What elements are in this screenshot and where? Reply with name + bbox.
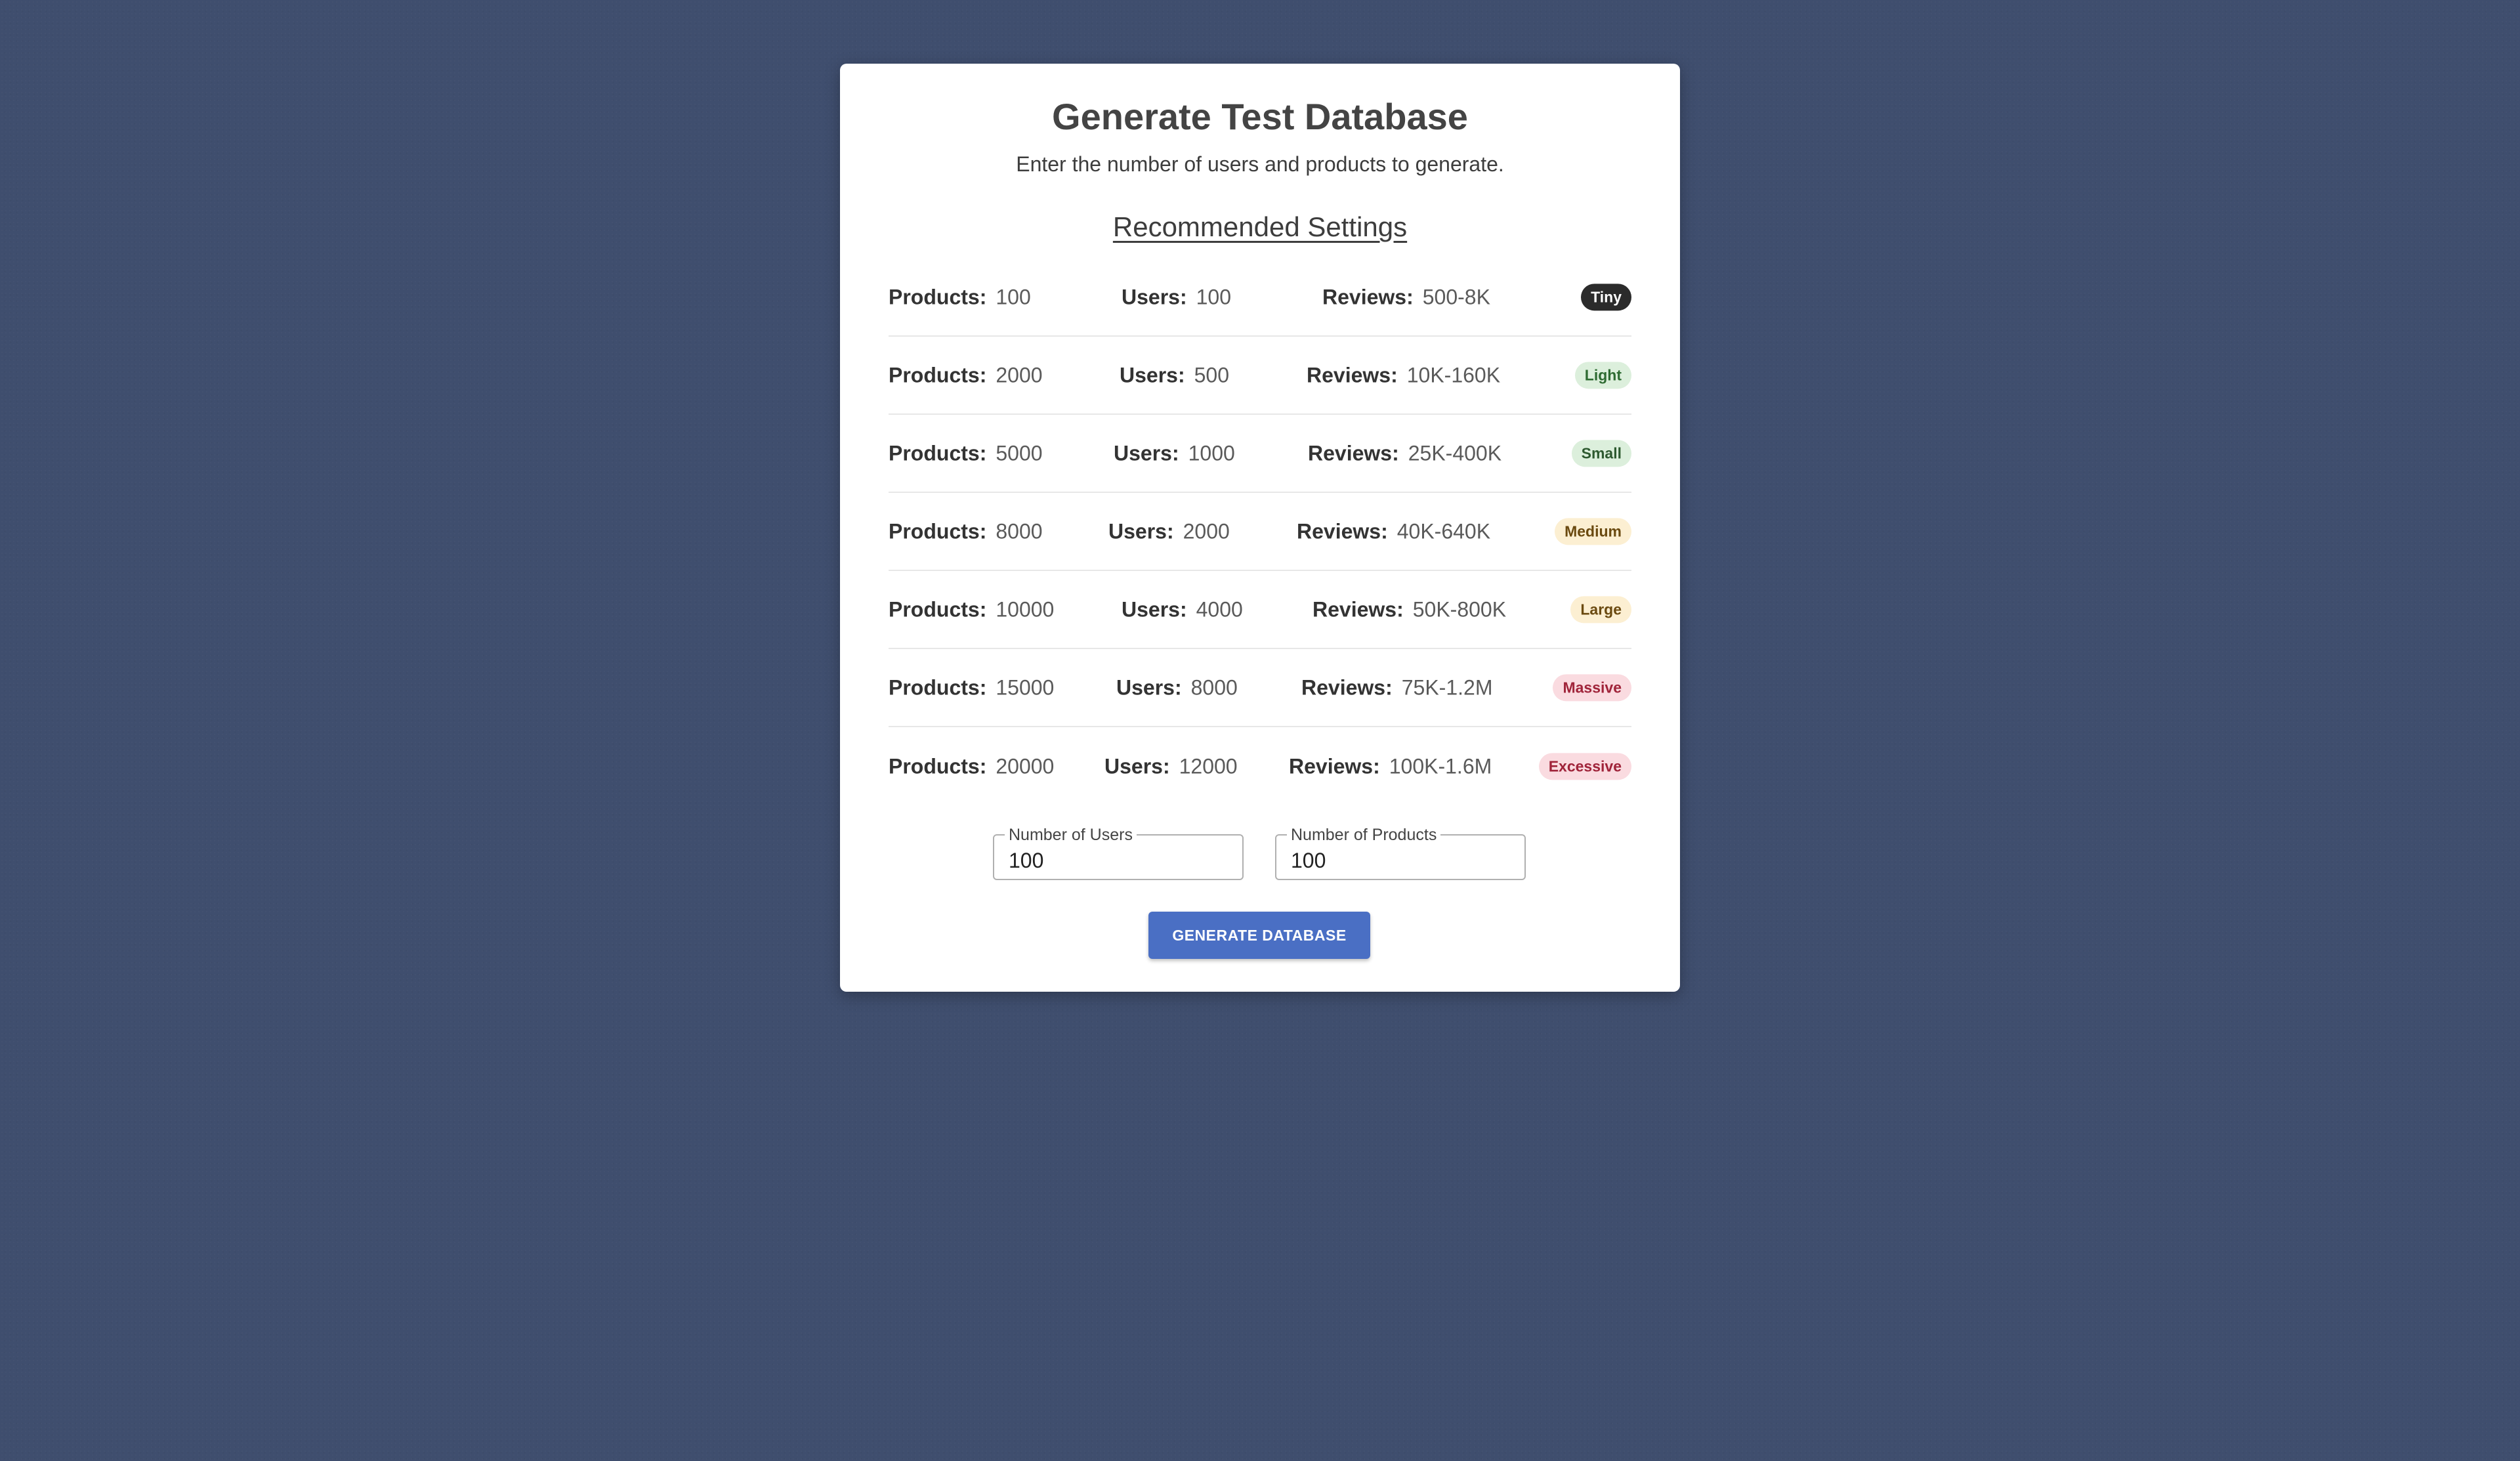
- size-badge: Small: [1571, 439, 1631, 467]
- size-badge: Medium: [1555, 517, 1631, 545]
- products-value: 8000: [996, 519, 1043, 543]
- size-badge: Massive: [1553, 673, 1631, 702]
- reviews-field: Reviews: 50K-800K: [1312, 597, 1506, 622]
- users-value: 4000: [1196, 597, 1243, 621]
- users-label: Users:: [1108, 519, 1174, 543]
- setting-row: Products: 2000 Users: 500 Reviews: 10K-160K Li…: [889, 337, 1631, 415]
- users-field: Users: 100: [1122, 285, 1231, 309]
- products-field-label: Number of Products: [1287, 826, 1441, 843]
- size-badge: Large: [1570, 595, 1631, 624]
- users-value: 8000: [1190, 675, 1238, 699]
- reviews-value: 100K-1.6M: [1389, 754, 1492, 778]
- reviews-value: 75K-1.2M: [1401, 675, 1493, 699]
- size-badge: Light: [1574, 361, 1631, 389]
- users-field: Users: 1000: [1114, 441, 1235, 465]
- reviews-value: 50K-800K: [1412, 597, 1507, 621]
- users-value: 500: [1194, 363, 1229, 387]
- reviews-field: Reviews: 10K-160K: [1307, 363, 1500, 387]
- setting-row: Products: 15000 Users: 8000 Reviews: 75K-1.2M…: [889, 649, 1631, 727]
- products-value: 100: [996, 285, 1031, 308]
- products-label: Products:: [889, 754, 987, 778]
- users-value: 100: [1196, 285, 1231, 308]
- users-field[interactable]: Number of Users: [993, 826, 1244, 880]
- users-input[interactable]: [1009, 849, 1225, 873]
- products-field: Products: 100: [889, 285, 1031, 309]
- products-field: Products: 2000: [889, 363, 1043, 387]
- products-label: Products:: [889, 597, 987, 621]
- users-value: 2000: [1183, 519, 1230, 543]
- page-title: Generate Test Database: [1052, 96, 1468, 137]
- setting-row: Products: 8000 Users: 2000 Reviews: 40K-640K M…: [889, 493, 1631, 571]
- generate-database-button[interactable]: GENERATE DATABASE: [1148, 912, 1370, 959]
- products-field: Products: 10000: [889, 597, 1054, 622]
- products-field[interactable]: Number of Products: [1275, 826, 1526, 880]
- products-label: Products:: [889, 519, 987, 543]
- generate-database-card: Generate Test Database Enter the number …: [840, 64, 1680, 992]
- users-field: Users: 2000: [1108, 519, 1230, 543]
- setting-row: Products: 20000 Users: 12000 Reviews: 100K-1.…: [889, 727, 1631, 805]
- setting-row: Products: 100 Users: 100 Reviews: 500-8K Tiny: [889, 259, 1631, 337]
- reviews-label: Reviews:: [1308, 441, 1399, 465]
- users-field: Users: 8000: [1116, 675, 1238, 700]
- products-input[interactable]: [1291, 849, 1507, 873]
- products-value: 2000: [996, 363, 1043, 387]
- reviews-value: 10K-160K: [1406, 363, 1501, 387]
- users-label: Users:: [1120, 363, 1185, 387]
- products-label: Products:: [889, 285, 987, 308]
- users-field: Users: 500: [1120, 363, 1229, 387]
- reviews-value: 40K-640K: [1396, 519, 1491, 543]
- reviews-label: Reviews:: [1307, 363, 1398, 387]
- products-field: Products: 5000: [889, 441, 1043, 465]
- setting-row: Products: 5000 Users: 1000 Reviews: 25K-400K S…: [889, 415, 1631, 493]
- reviews-field: Reviews: 500-8K: [1322, 285, 1490, 309]
- products-value: 5000: [996, 441, 1043, 465]
- users-field: Users: 12000: [1104, 754, 1238, 778]
- recommended-settings-heading: Recommended Settings: [1112, 211, 1408, 242]
- reviews-field: Reviews: 75K-1.2M: [1301, 675, 1492, 700]
- products-value: 10000: [996, 597, 1055, 621]
- products-value: 15000: [996, 675, 1055, 699]
- products-value: 20000: [996, 754, 1055, 778]
- reviews-label: Reviews:: [1301, 675, 1393, 699]
- products-field: Products: 15000: [889, 675, 1054, 700]
- reviews-field: Reviews: 25K-400K: [1308, 441, 1502, 465]
- reviews-field: Reviews: 40K-640K: [1297, 519, 1490, 543]
- reviews-field: Reviews: 100K-1.6M: [1289, 754, 1492, 778]
- products-label: Products:: [889, 675, 987, 699]
- reviews-label: Reviews:: [1289, 754, 1380, 778]
- products-field: Products: 20000: [889, 754, 1054, 778]
- products-label: Products:: [889, 363, 987, 387]
- users-field-label: Number of Users: [1005, 826, 1137, 843]
- reviews-label: Reviews:: [1312, 597, 1404, 621]
- products-field: Products: 8000: [889, 519, 1043, 543]
- reviews-value: 500-8K: [1422, 285, 1490, 308]
- size-badge: Tiny: [1581, 283, 1631, 311]
- reviews-label: Reviews:: [1322, 285, 1414, 308]
- reviews-label: Reviews:: [1297, 519, 1388, 543]
- products-label: Products:: [889, 441, 987, 465]
- users-label: Users:: [1122, 597, 1187, 621]
- reviews-value: 25K-400K: [1408, 441, 1502, 465]
- users-value: 1000: [1188, 441, 1235, 465]
- users-label: Users:: [1122, 285, 1187, 308]
- setting-row: Products: 10000 Users: 4000 Reviews: 50K-800K…: [889, 571, 1631, 649]
- users-label: Users:: [1116, 675, 1182, 699]
- page-subtitle: Enter the number of users and products t…: [1016, 152, 1504, 176]
- recommended-settings-list: Products: 100 Users: 100 Reviews: 500-8K Tiny P…: [889, 259, 1631, 805]
- users-label: Users:: [1114, 441, 1179, 465]
- size-badge: Excessive: [1538, 752, 1631, 780]
- users-label: Users:: [1104, 754, 1170, 778]
- users-field: Users: 4000: [1122, 597, 1243, 622]
- users-value: 12000: [1179, 754, 1238, 778]
